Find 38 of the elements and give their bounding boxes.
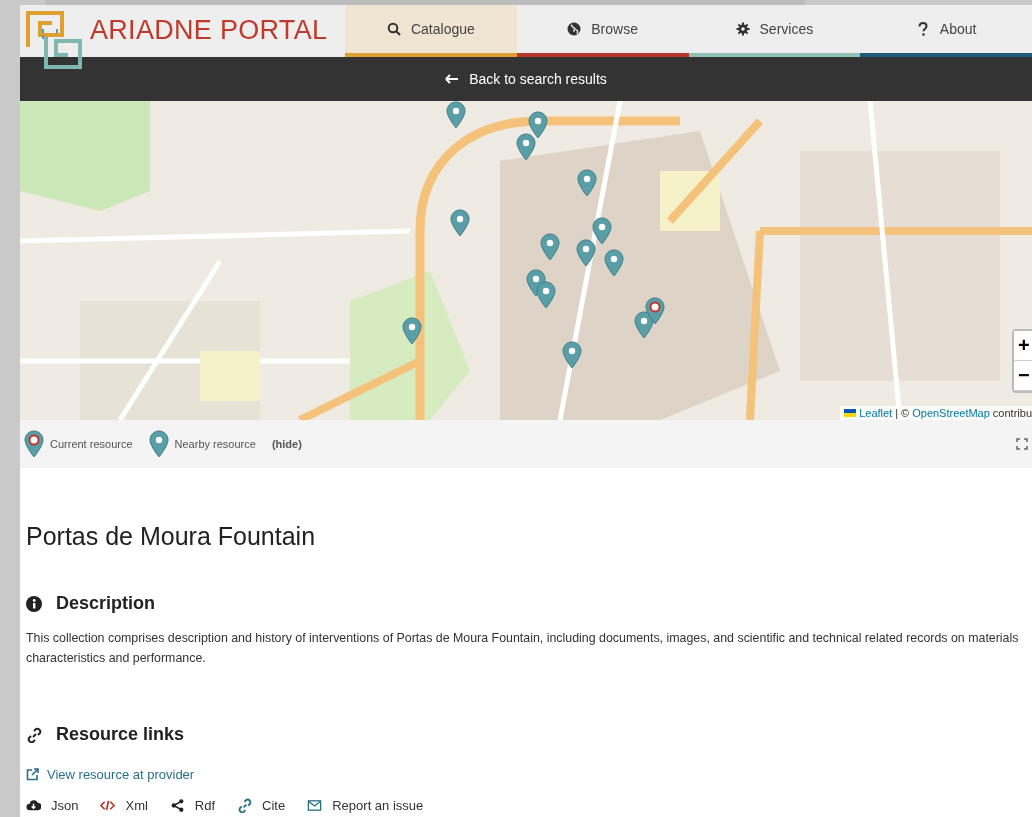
- attribution-text: | ©: [895, 407, 910, 419]
- share-icon: [169, 798, 185, 813]
- code-icon: [100, 798, 116, 813]
- legend-label: Current resource: [50, 438, 133, 450]
- page-title: Portas de Moura Fountain: [26, 522, 317, 551]
- legend-label: Nearby resource: [174, 438, 256, 450]
- hide-link[interactable]: (hide): [271, 438, 302, 450]
- info-icon: [26, 595, 42, 612]
- attribution-text: contribu: [992, 407, 1032, 419]
- attribution-link[interactable]: Leaflet: [859, 407, 893, 419]
- cloud-download-icon: [26, 798, 41, 813]
- question-mark-icon: [915, 22, 930, 36]
- nav-tab[interactable]: Catalogue: [345, 5, 517, 57]
- section-heading: Resource links: [56, 724, 185, 745]
- logo-text: ARIADNE PORTAL: [90, 15, 328, 46]
- fullscreen-icon: [1016, 438, 1028, 450]
- map-marker-icon: [24, 430, 44, 458]
- flag-icon: [844, 409, 857, 417]
- resource-link[interactable]: Cite: [237, 798, 286, 813]
- external-link-icon: [26, 768, 39, 781]
- description-text: This collection comprises description and history of interventions of Portas de Moura Fountain, including documents, images, and scientific and technical related records on materials characteristics and performance.: [26, 630, 1020, 667]
- zoom-in-button[interactable]: +: [1014, 331, 1032, 361]
- link-icon: [237, 798, 253, 813]
- attribution-link[interactable]: OpenStreetMap: [912, 407, 990, 419]
- resource-link[interactable]: Json: [26, 798, 79, 813]
- resource-link[interactable]: Rdf: [169, 798, 216, 813]
- search-icon: [386, 22, 401, 36]
- map-marker-icon: [148, 430, 169, 458]
- section-heading: Description: [56, 593, 156, 614]
- back-link[interactable]: Back to search results: [445, 71, 607, 87]
- provider-link[interactable]: View resource at provider: [26, 767, 1026, 782]
- arrow-left-icon: [445, 74, 460, 84]
- link-icon: [26, 726, 42, 743]
- resource-link[interactable]: Report an issue: [307, 798, 424, 813]
- gear-icon: [735, 22, 750, 36]
- resource-link[interactable]: Xml: [100, 798, 148, 813]
- envelope-icon: [307, 798, 323, 813]
- globe-icon: [567, 22, 582, 36]
